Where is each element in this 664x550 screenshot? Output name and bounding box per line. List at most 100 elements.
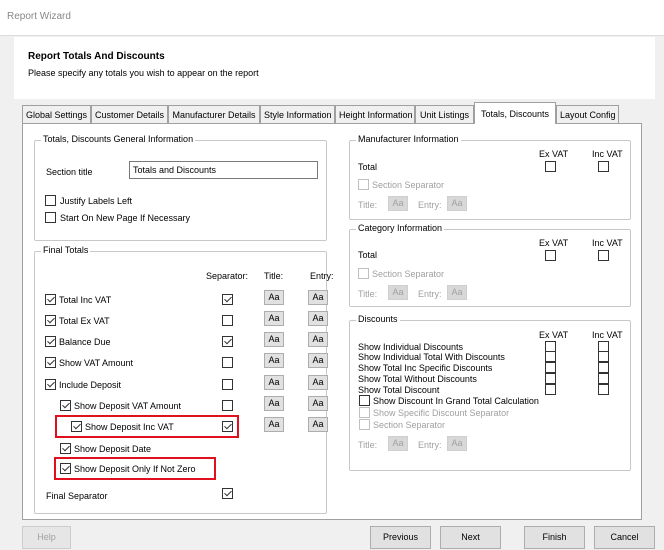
balance-due-separator-checkbox[interactable] (222, 336, 233, 347)
include-deposit-title-font-button[interactable]: Aa (264, 375, 284, 390)
total-ex-vat-entry-font-button[interactable]: Aa (308, 311, 328, 326)
tab-manufacturer-details[interactable]: Manufacturer Details (168, 105, 260, 124)
category-section-separator-checkbox[interactable] (358, 268, 369, 279)
tab-unit-listings[interactable]: Unit Listings (415, 105, 474, 124)
group-title: Final Totals (41, 245, 91, 255)
tab-bar: Global Settings Customer Details Manufac… (22, 102, 662, 124)
show-specific-discount-separator-label: Show Specific Discount Separator (373, 408, 510, 418)
final-separator-checkbox[interactable] (222, 488, 233, 499)
manufacturer-title-label: Title: (358, 200, 378, 210)
total-ex-vat-label: Total Ex VAT (59, 316, 110, 326)
show-deposit-inc-vat-separator-checkbox[interactable] (222, 421, 233, 432)
wizard-header: Report Totals And Discounts Please speci… (14, 37, 655, 99)
total-ex-vat-checkbox[interactable] (45, 315, 56, 326)
balance-due-checkbox[interactable] (45, 336, 56, 347)
discount-entry-font-button[interactable]: Aa (447, 436, 467, 451)
show-total-discount-inc-vat-checkbox[interactable] (598, 384, 609, 395)
discount-entry-label: Entry: (418, 440, 442, 450)
total-inc-vat-title-font-button[interactable]: Aa (264, 290, 284, 305)
total-inc-vat-checkbox[interactable] (45, 294, 56, 305)
category-total-label: Total (358, 250, 378, 260)
page-title: Report Totals And Discounts (28, 51, 165, 62)
category-total-inc-vat-checkbox[interactable] (598, 250, 609, 261)
show-total-inc-specific-discounts-inc-vat-checkbox[interactable] (598, 362, 609, 373)
balance-due-label: Balance Due (59, 337, 111, 347)
tab-height-information[interactable]: Height Information (335, 105, 415, 124)
manufacturer-entry-font-button[interactable]: Aa (447, 196, 467, 211)
discount-section-separator-label: Section Separator (373, 420, 446, 430)
manufacturer-section-separator-checkbox[interactable] (358, 179, 369, 190)
discount-section-separator-checkbox[interactable] (359, 419, 370, 430)
show-vat-amount-separator-checkbox[interactable] (222, 357, 233, 368)
group-title: Discounts (356, 314, 400, 324)
previous-button[interactable]: Previous (370, 526, 431, 549)
tab-style-information[interactable]: Style Information (260, 105, 335, 124)
tab-customer-details[interactable]: Customer Details (91, 105, 168, 124)
show-individual-total-with-discounts-ex-vat-checkbox[interactable] (545, 351, 556, 362)
section-title-input[interactable]: Totals and Discounts (129, 161, 318, 179)
group-title: Manufacturer Information (356, 134, 461, 144)
show-total-without-discounts-label: Show Total Without Discounts (358, 374, 477, 384)
category-entry-label: Entry: (418, 289, 442, 299)
discount-title-label: Title: (358, 440, 378, 450)
show-total-without-discounts-inc-vat-checkbox[interactable] (598, 373, 609, 384)
justify-labels-checkbox[interactable] (45, 195, 56, 206)
tab-layout-config[interactable]: Layout Config (556, 105, 619, 124)
total-ex-vat-separator-checkbox[interactable] (222, 315, 233, 326)
group-title: Totals, Discounts General Information (41, 134, 196, 144)
show-deposit-vat-amount-entry-font-button[interactable]: Aa (308, 396, 328, 411)
balance-due-entry-font-button[interactable]: Aa (308, 332, 328, 347)
discount-title-font-button[interactable]: Aa (388, 436, 408, 451)
manufacturer-section-separator-label: Section Separator (372, 180, 445, 190)
category-total-ex-vat-checkbox[interactable] (545, 250, 556, 261)
show-total-inc-specific-discounts-ex-vat-checkbox[interactable] (545, 362, 556, 373)
total-inc-vat-separator-checkbox[interactable] (222, 294, 233, 305)
show-total-discount-ex-vat-checkbox[interactable] (545, 384, 556, 395)
show-deposit-inc-vat-title-font-button[interactable]: Aa (264, 417, 284, 432)
general-info-group: Totals, Discounts General Information Se… (34, 134, 327, 241)
include-deposit-separator-checkbox[interactable] (222, 379, 233, 390)
show-deposit-inc-vat-checkbox[interactable] (71, 421, 82, 432)
show-deposit-vat-amount-title-font-button[interactable]: Aa (264, 396, 284, 411)
justify-labels-label: Justify Labels Left (60, 196, 133, 206)
include-deposit-checkbox[interactable] (45, 379, 56, 390)
show-discount-in-grand-total-label: Show Discount In Grand Total Calculation (373, 396, 539, 406)
category-entry-font-button[interactable]: Aa (447, 285, 467, 300)
show-deposit-only-if-not-zero-checkbox[interactable] (60, 463, 71, 474)
manufacturer-info-group: Manufacturer Information Ex VAT Inc VAT … (349, 134, 631, 220)
show-deposit-vat-amount-separator-checkbox[interactable] (222, 400, 233, 411)
include-deposit-entry-font-button[interactable]: Aa (308, 375, 328, 390)
manufacturer-total-ex-vat-checkbox[interactable] (545, 161, 556, 172)
show-individual-discounts-label: Show Individual Discounts (358, 342, 464, 352)
start-new-page-checkbox[interactable] (45, 212, 56, 223)
manufacturer-title-font-button[interactable]: Aa (388, 196, 408, 211)
category-title-font-button[interactable]: Aa (388, 285, 408, 300)
show-vat-amount-entry-font-button[interactable]: Aa (308, 353, 328, 368)
finish-button[interactable]: Finish (524, 526, 585, 549)
manufacturer-total-inc-vat-checkbox[interactable] (598, 161, 609, 172)
total-inc-vat-entry-font-button[interactable]: Aa (308, 290, 328, 305)
show-vat-amount-checkbox[interactable] (45, 357, 56, 368)
entry-column-header: Entry: (310, 271, 334, 281)
window-titlebar: Report Wizard (0, 0, 664, 36)
show-deposit-vat-amount-checkbox[interactable] (60, 400, 71, 411)
show-discount-in-grand-total-checkbox[interactable] (359, 395, 370, 406)
cancel-button[interactable]: Cancel (594, 526, 655, 549)
total-ex-vat-title-font-button[interactable]: Aa (264, 311, 284, 326)
balance-due-title-font-button[interactable]: Aa (264, 332, 284, 347)
show-individual-total-with-discounts-inc-vat-checkbox[interactable] (598, 351, 609, 362)
show-deposit-date-checkbox[interactable] (60, 443, 71, 454)
show-vat-amount-title-font-button[interactable]: Aa (264, 353, 284, 368)
show-specific-discount-separator-checkbox[interactable] (359, 407, 370, 418)
tab-totals-discounts[interactable]: Totals, Discounts (474, 102, 556, 124)
separator-column-header: Separator: (206, 271, 249, 281)
inc-vat-header: Inc VAT (592, 238, 623, 248)
show-deposit-inc-vat-entry-font-button[interactable]: Aa (308, 417, 328, 432)
help-button[interactable]: Help (22, 526, 71, 549)
next-button[interactable]: Next (440, 526, 501, 549)
category-title-label: Title: (358, 289, 378, 299)
inc-vat-header: Inc VAT (592, 149, 623, 159)
title-column-header: Title: (264, 271, 284, 281)
tab-global-settings[interactable]: Global Settings (22, 105, 91, 124)
show-total-without-discounts-ex-vat-checkbox[interactable] (545, 373, 556, 384)
